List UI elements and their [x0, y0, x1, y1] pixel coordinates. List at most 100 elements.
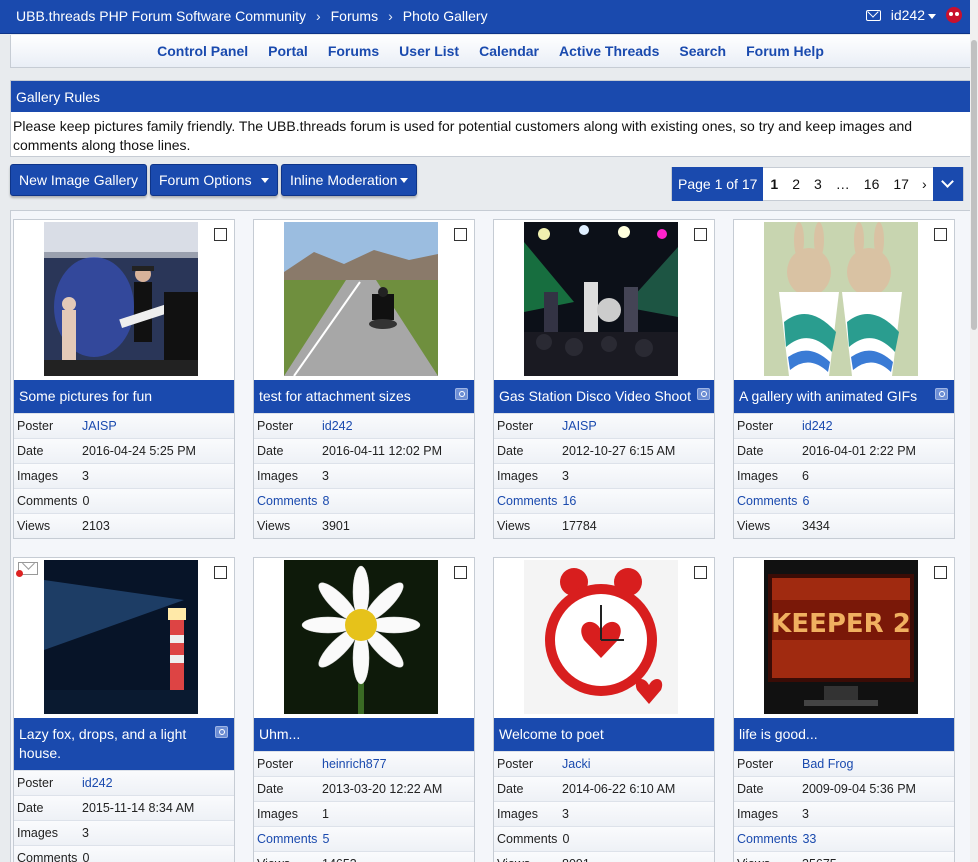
select-checkbox[interactable] — [454, 228, 467, 241]
comments-value[interactable]: 16 — [562, 494, 576, 508]
zoom-icon[interactable] — [455, 388, 468, 400]
gallery-thumbnail-area — [494, 558, 714, 718]
gallery-thumbnail[interactable]: KEEPER 2 — [764, 560, 918, 714]
breadcrumb-forums[interactable]: Forums — [331, 8, 378, 24]
page-1[interactable]: 1 — [763, 176, 785, 192]
page-jump-button[interactable] — [932, 166, 963, 201]
nav-forums[interactable]: Forums — [318, 43, 389, 59]
gallery-title[interactable]: test for attachment sizes — [254, 380, 474, 413]
comments-link[interactable]: Comments — [254, 832, 322, 846]
poster-row: Poster Bad Frog — [734, 751, 954, 776]
images-row: Images 3 — [494, 463, 714, 488]
date-value: 2015-11-14 8:34 AM — [82, 801, 195, 815]
gallery-title-text: A gallery with animated GIFs — [739, 388, 918, 404]
select-checkbox[interactable] — [694, 566, 707, 579]
poster-link[interactable]: JAISP — [562, 419, 597, 433]
poster-link[interactable]: Jacki — [562, 757, 590, 771]
comments-value[interactable]: 8 — [322, 494, 329, 508]
poster-link[interactable]: id242 — [802, 419, 833, 433]
gallery-thumbnail[interactable] — [764, 222, 918, 376]
select-checkbox[interactable] — [454, 566, 467, 579]
gallery-title[interactable]: life is good... — [734, 718, 954, 751]
gallery-title[interactable]: Some pictures for fun — [14, 380, 234, 413]
images-value: 3 — [82, 826, 89, 840]
new-image-gallery-button[interactable]: New Image Gallery — [10, 164, 148, 196]
gallery-thumbnail[interactable] — [44, 222, 198, 376]
caret-down-icon — [260, 177, 269, 183]
zoom-icon[interactable] — [935, 388, 948, 400]
gallery-thumbnail[interactable] — [284, 222, 438, 376]
zoom-icon[interactable] — [215, 726, 228, 738]
scrollbar-thumb[interactable] — [971, 40, 977, 330]
messages-icon[interactable] — [865, 9, 881, 21]
new-image-gallery-label: New Image Gallery — [19, 172, 139, 188]
comments-value: 0 — [82, 851, 90, 862]
gallery-thumbnail[interactable] — [284, 560, 438, 714]
comments-link[interactable]: Comments — [254, 494, 322, 508]
gallery-title-text: test for attachment sizes — [259, 388, 411, 404]
select-checkbox[interactable] — [934, 228, 947, 241]
views-value: 14653 — [322, 857, 357, 862]
next-page-button[interactable]: › — [916, 176, 933, 192]
select-checkbox[interactable] — [214, 566, 227, 579]
top-bar: UBB.threads PHP Forum Software Community… — [0, 0, 970, 34]
date-label: Date — [497, 444, 524, 458]
comments-link[interactable]: Comments — [734, 494, 802, 508]
gallery-thumbnail[interactable] — [524, 560, 678, 714]
svg-text:KEEPER 2: KEEPER 2 — [771, 609, 911, 639]
nav-search[interactable]: Search — [669, 43, 736, 59]
comments-link[interactable]: Comments — [734, 832, 802, 846]
nav-calendar[interactable]: Calendar — [469, 43, 549, 59]
date-value: 2012-10-27 6:15 AM — [562, 444, 676, 458]
inline-moderation-button[interactable]: Inline Moderation — [281, 164, 418, 196]
poster-link[interactable]: id242 — [322, 419, 353, 433]
nav-control-panel[interactable]: Control Panel — [147, 43, 258, 59]
page-scrollbar[interactable] — [970, 0, 978, 862]
nav-active-threads[interactable]: Active Threads — [549, 43, 669, 59]
gallery-thumbnail[interactable] — [524, 222, 678, 376]
poster-row: Poster id242 — [734, 413, 954, 438]
gallery-title[interactable]: Lazy fox, drops, and a light house. — [14, 718, 234, 770]
views-row: Views35675 — [734, 851, 954, 862]
nav-forum-help[interactable]: Forum Help — [736, 43, 834, 59]
zoom-icon[interactable] — [697, 388, 710, 400]
poster-link[interactable]: id242 — [82, 776, 113, 790]
breadcrumb-photo-gallery[interactable]: Photo Gallery — [403, 8, 488, 24]
poster-label: Poster — [737, 757, 774, 771]
page-16[interactable]: 16 — [857, 176, 887, 192]
images-value: 3 — [322, 469, 329, 483]
gallery-title[interactable]: Uhm... — [254, 718, 474, 751]
views-row: Views 2103 — [14, 513, 234, 538]
nav-user-list[interactable]: User List — [389, 43, 469, 59]
comments-value[interactable]: 33 — [802, 832, 816, 846]
images-label: Images — [737, 469, 778, 483]
breadcrumb-site[interactable]: UBB.threads PHP Forum Software Community — [16, 8, 306, 24]
gallery-title[interactable]: Welcome to poet — [494, 718, 714, 751]
poster-link[interactable]: JAISP — [82, 419, 117, 433]
username: id242 — [890, 7, 925, 23]
gallery-thumbnail[interactable] — [44, 560, 198, 714]
avatar[interactable] — [946, 7, 962, 23]
gallery-title[interactable]: A gallery with animated GIFs — [734, 380, 954, 413]
views-label: Views — [257, 519, 291, 533]
comments-link[interactable]: Comments — [494, 494, 562, 508]
images-row: Images 3 — [254, 463, 474, 488]
page-17[interactable]: 17 — [886, 176, 916, 192]
poster-link[interactable]: Bad Frog — [802, 757, 853, 771]
poster-link[interactable]: heinrich877 — [322, 757, 387, 771]
select-checkbox[interactable] — [214, 228, 227, 241]
date-row: Date 2016-04-11 12:02 PM — [254, 438, 474, 463]
user-menu[interactable]: id242 — [891, 7, 936, 23]
comments-value: 0 — [562, 832, 570, 846]
forum-options-button[interactable]: Forum Options — [150, 164, 278, 196]
nav-portal[interactable]: Portal — [258, 43, 318, 59]
views-label: Views — [497, 519, 531, 533]
comments-value[interactable]: 5 — [322, 832, 329, 846]
page-2[interactable]: 2 — [785, 176, 807, 192]
select-checkbox[interactable] — [934, 566, 947, 579]
page-3[interactable]: 3 — [807, 176, 829, 192]
comments-value[interactable]: 6 — [802, 494, 809, 508]
gallery-card: Some pictures for fun Poster JAISP Date 20… — [13, 219, 235, 539]
gallery-title[interactable]: Gas Station Disco Video Shoot — [494, 380, 714, 413]
select-checkbox[interactable] — [694, 228, 707, 241]
